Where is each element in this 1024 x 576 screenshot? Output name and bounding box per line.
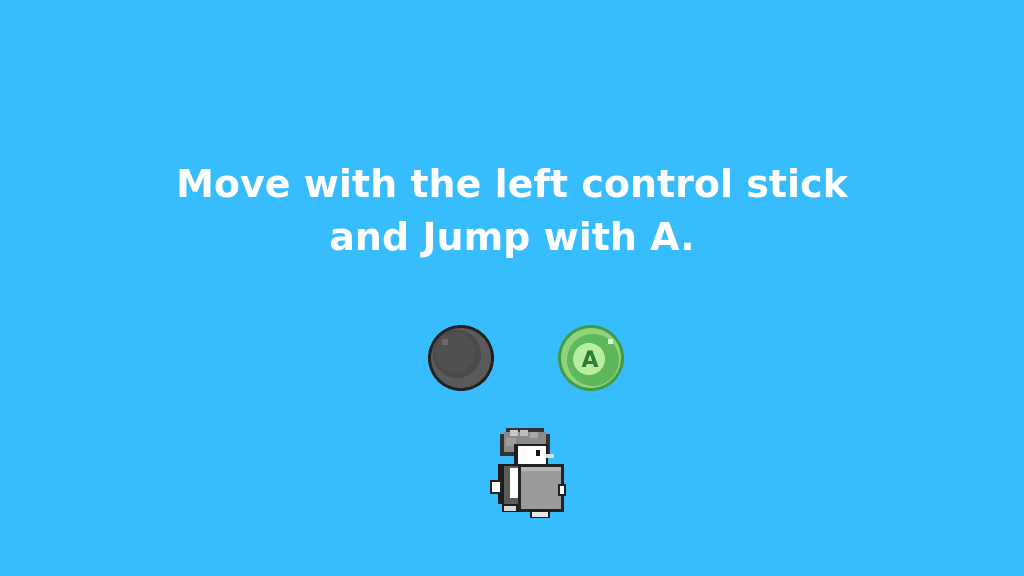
a-button-icon: A (558, 325, 624, 391)
tutorial-instructions: Move with the left control stick and Jum… (0, 158, 1024, 264)
left-control-stick-icon (428, 325, 494, 391)
game-screen: { "tutorial": { "line1": "Move with the … (0, 0, 1024, 576)
knight-penguin-sprite (490, 428, 566, 518)
tutorial-line-2: and Jump with A. (329, 215, 695, 259)
tutorial-line-1: Move with the left control stick (176, 162, 848, 206)
a-button-label: A (581, 348, 598, 373)
